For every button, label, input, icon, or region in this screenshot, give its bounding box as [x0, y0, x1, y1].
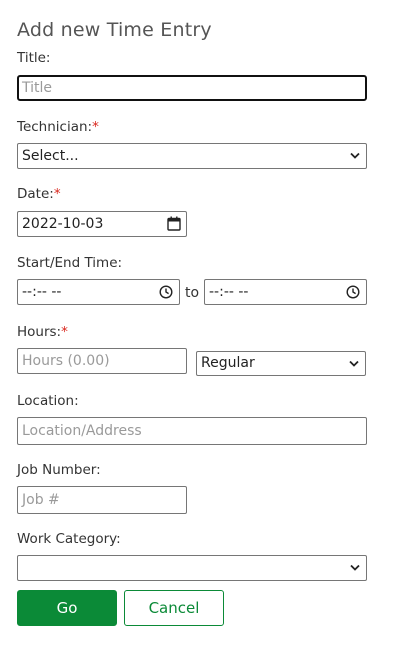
location-label: Location: [17, 393, 79, 409]
page-title: Add new Time Entry [17, 19, 212, 41]
required-marker: * [61, 324, 68, 340]
chevron-down-icon [350, 152, 360, 159]
chevron-down-icon [350, 564, 360, 571]
title-placeholder: Title [22, 80, 53, 96]
job-number-label: Job Number: [17, 462, 101, 478]
technician-select[interactable]: Select... [17, 143, 367, 169]
work-category-select[interactable] [17, 555, 367, 581]
title-label: Title: [17, 50, 51, 66]
chevron-down-icon [349, 360, 359, 367]
time-range-separator: to [185, 285, 200, 301]
date-value: 2022-10-03 [22, 216, 104, 232]
hours-placeholder: Hours (0.00) [22, 353, 110, 369]
end-time-input[interactable]: --:-- -- [204, 279, 367, 305]
location-input[interactable]: Location/Address [17, 417, 367, 445]
work-category-label: Work Category: [17, 531, 121, 547]
end-time-value: --:-- -- [209, 284, 249, 300]
date-input[interactable]: 2022-10-03 [17, 211, 187, 237]
job-number-placeholder: Job # [22, 492, 60, 508]
required-marker: * [53, 186, 61, 202]
hours-type-select[interactable]: Regular [196, 351, 366, 376]
hours-label: Hours:* [17, 324, 68, 340]
hours-type-selected-value: Regular [201, 355, 255, 371]
clock-icon[interactable] [159, 285, 173, 299]
clock-icon[interactable] [346, 285, 360, 299]
technician-label: Technician:* [17, 119, 99, 135]
location-placeholder: Location/Address [22, 423, 142, 439]
start-time-input[interactable]: --:-- -- [17, 279, 180, 305]
hours-input[interactable]: Hours (0.00) [17, 348, 187, 374]
technician-selected-value: Select... [22, 148, 79, 164]
title-input[interactable]: Title [17, 75, 367, 101]
start-time-value: --:-- -- [22, 284, 62, 300]
hours-label-text: Hours: [17, 324, 62, 340]
technician-label-text: Technician: [17, 119, 93, 135]
date-label: Date:* [17, 186, 61, 202]
required-marker: * [92, 119, 99, 135]
go-button[interactable]: Go [17, 590, 117, 626]
job-number-input[interactable]: Job # [17, 486, 187, 514]
time-label: Start/End Time: [17, 255, 123, 271]
date-label-text: Date: [17, 186, 54, 202]
cancel-button[interactable]: Cancel [124, 590, 224, 626]
calendar-icon[interactable] [167, 216, 181, 231]
